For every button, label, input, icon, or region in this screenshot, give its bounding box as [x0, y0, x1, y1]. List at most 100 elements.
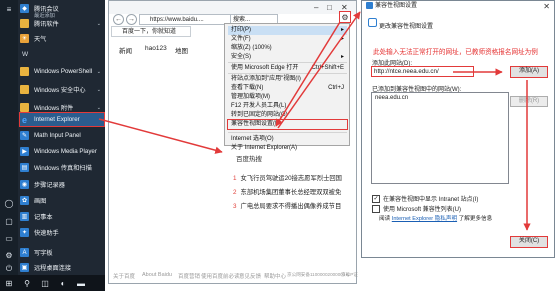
task-view-icon[interactable]: ◫ [40, 278, 50, 288]
folder-icon [20, 103, 29, 112]
menu-item[interactable]: 安全(S) ▸ [228, 53, 347, 62]
menu-item-shortcut: ▸ [340, 36, 344, 42]
start-item[interactable]: ▶ Windows Media Player [20, 145, 104, 158]
add-button[interactable]: 添加(A) [510, 66, 548, 78]
edge-icon[interactable]: ◐ [58, 278, 68, 288]
list-item[interactable]: neea.edu.cn [375, 95, 505, 101]
app-icon: ☀ [20, 34, 29, 43]
start-item[interactable]: ✿ 画图 [20, 194, 104, 207]
start-item[interactable]: ◉ 步骤记录器 [20, 178, 104, 191]
power-icon[interactable]: ⏻ [4, 264, 14, 274]
hot-item[interactable]: 3 广电总局要求不得播出偶像养成节目 [233, 201, 341, 210]
user-icon[interactable]: ◯ [4, 198, 14, 208]
tools-menu: 打印(P) ▸ 文件(F) ▸ 缩放(Z) (100%) 安全(S) ▸ 使用 Microso… [224, 23, 350, 151]
compat-icon [368, 18, 377, 27]
menu-item-label: F12 开发人员工具(L) [231, 103, 287, 109]
start-item[interactable]: ✎ Math Input Panel [20, 129, 104, 142]
app-icon: ◆ [20, 4, 29, 13]
menu-item[interactable]: 查看下载(N) Ctrl+J [228, 84, 347, 93]
hamburger-icon[interactable]: ≡ [4, 4, 14, 14]
hot-item[interactable]: 2 东部机场集团董事长总经理双双被免 [233, 187, 341, 196]
menu-item[interactable]: 管理加载项(M) [228, 93, 347, 102]
start-item[interactable]: 腾讯软件 ⌄ [20, 17, 104, 30]
start-item[interactable]: e Internet Explorer [19, 112, 105, 127]
menu-item-shortcut: Ctrl+J [328, 85, 344, 91]
ie-icon: e [21, 114, 27, 125]
windows-start-icon[interactable]: ⊞ [4, 278, 14, 288]
start-item[interactable]: ▣ 远程桌面连接 [20, 261, 104, 274]
forward-icon[interactable]: → [126, 14, 137, 25]
minimize-icon[interactable]: – [314, 3, 318, 12]
menu-item[interactable]: 转到已固定的网站(G) [228, 111, 347, 120]
checkbox-box[interactable] [372, 204, 380, 213]
start-item[interactable]: ☀ 天气 [20, 32, 104, 45]
menu-item-shortcut: Ctrl+Shift+E [311, 65, 344, 71]
url-input[interactable]: http://ntce.neea.edu.cn/ [371, 66, 474, 77]
menu-item[interactable]: 文件(F) ▸ [228, 35, 347, 44]
back-icon[interactable]: ← [113, 14, 124, 25]
folder-icon [20, 85, 29, 94]
document-icon[interactable]: ▢ [4, 216, 14, 226]
start-item-label: 腾讯会议 [34, 6, 59, 13]
nav-link-news[interactable]: 新闻 [119, 45, 132, 55]
menu-item-label: 管理加载项(M) [231, 94, 270, 100]
start-item[interactable]: ◆ 腾讯会议 [20, 2, 104, 15]
intranet-checkbox[interactable]: ✓ 在兼容性视图中显示 Intranet 站点(I) [372, 194, 478, 203]
menu-item[interactable]: Internet 选项(O) [228, 135, 347, 144]
close-button[interactable]: 关闭(C) [510, 236, 548, 248]
footer-link[interactable]: 关于百度 [113, 272, 135, 280]
chevron-down-icon: ⌄ [96, 86, 101, 93]
tools-gear-icon[interactable]: ⚙ [339, 11, 351, 23]
site-list[interactable]: neea.edu.cn [371, 92, 509, 184]
menu-item[interactable]: F12 开发人员工具(L) [228, 102, 347, 111]
picture-icon[interactable]: ▭ [4, 233, 14, 243]
maximize-icon[interactable]: □ [327, 3, 332, 12]
dialog-close-icon[interactable]: ✕ [543, 1, 550, 12]
ms-list-checkbox[interactable]: 使用 Microsoft 兼容性列表(U) [372, 204, 461, 213]
footer-link[interactable]: 使用百度前必读 [201, 272, 240, 280]
dialog-app-icon [366, 2, 373, 9]
checkbox-box[interactable]: ✓ [372, 194, 380, 203]
menu-item[interactable]: 打印(P) ▸ [228, 26, 347, 35]
start-item-label: Windows 安全中心 [34, 87, 86, 94]
footer-link[interactable]: 意见反馈 [239, 272, 261, 280]
compat-view-dialog: 兼容性视图设置 ✕ 更改兼容性视图设置 此处输入无法正常打开的网址，已教师资格报… [361, 0, 555, 258]
start-item-label: Math Input Panel [34, 132, 81, 139]
start-item[interactable]: Windows PowerShell ⌄ [20, 65, 104, 78]
file-explorer-icon[interactable]: ▬ [76, 278, 86, 288]
start-item-label: Windows 传真和扫描 [34, 165, 92, 172]
start-item-label: 记事本 [34, 214, 53, 221]
hot-search-title: 百度热搜 [236, 156, 262, 163]
remove-button[interactable]: 删除(R) [510, 96, 548, 107]
search-icon[interactable]: ⚲ [22, 278, 32, 288]
start-item[interactable]: ▤ Windows 传真和扫描 [20, 161, 104, 174]
footer-link[interactable]: 帮助中心 [264, 272, 286, 280]
taskbar: ⊞ ⚲ ◫ ◐ ▬ [0, 275, 105, 291]
settings-icon[interactable]: ⚙ [4, 250, 14, 260]
app-icon: ▣ [20, 263, 29, 272]
start-item-label: 写字板 [34, 250, 53, 257]
start-item[interactable]: A 写字板 [20, 246, 104, 259]
chevron-down-icon: ⌄ [96, 104, 101, 111]
footer-link[interactable]: 百度营销 [178, 272, 200, 280]
start-item[interactable]: Windows 安全中心 ⌄ [20, 83, 104, 96]
instruction-note: 此处输入无法正常打开的网址，已教师资格报名网址为例 [373, 49, 538, 56]
privacy-link[interactable]: Internet Explorer 隐私声明 [392, 216, 457, 222]
start-item[interactable]: ✦ 快速助手 [20, 226, 104, 239]
menu-item[interactable]: 将站点添加到"应用"视图(I) [228, 75, 347, 84]
start-item[interactable]: ▥ 记事本 [20, 210, 104, 223]
menu-item-label: 关于 Internet Explorer(A) [231, 145, 298, 151]
browser-tab[interactable]: 百度一下，你就知道 [111, 26, 191, 37]
start-item-label: 快速助手 [34, 230, 59, 237]
menu-item[interactable]: 关于 Internet Explorer(A) [228, 144, 347, 153]
menu-separator [228, 62, 347, 63]
hot-item[interactable]: 1 女飞行员驾驶运20接志愿军烈士回国 [233, 173, 342, 182]
nav-link-hao123[interactable]: hao123 [145, 45, 167, 52]
menu-item[interactable]: 使用 Microsoft Edge 打开 Ctrl+Shift+E [228, 64, 347, 73]
menu-item[interactable]: 兼容性视图设置(B) [227, 119, 348, 130]
nav-link-map[interactable]: 地图 [175, 45, 188, 55]
app-icon: ▥ [20, 212, 29, 221]
footer-link[interactable]: About Baidu [142, 272, 172, 278]
start-item-label: Windows 附件 [34, 105, 74, 112]
menu-item[interactable]: 缩放(Z) (100%) [228, 44, 347, 53]
